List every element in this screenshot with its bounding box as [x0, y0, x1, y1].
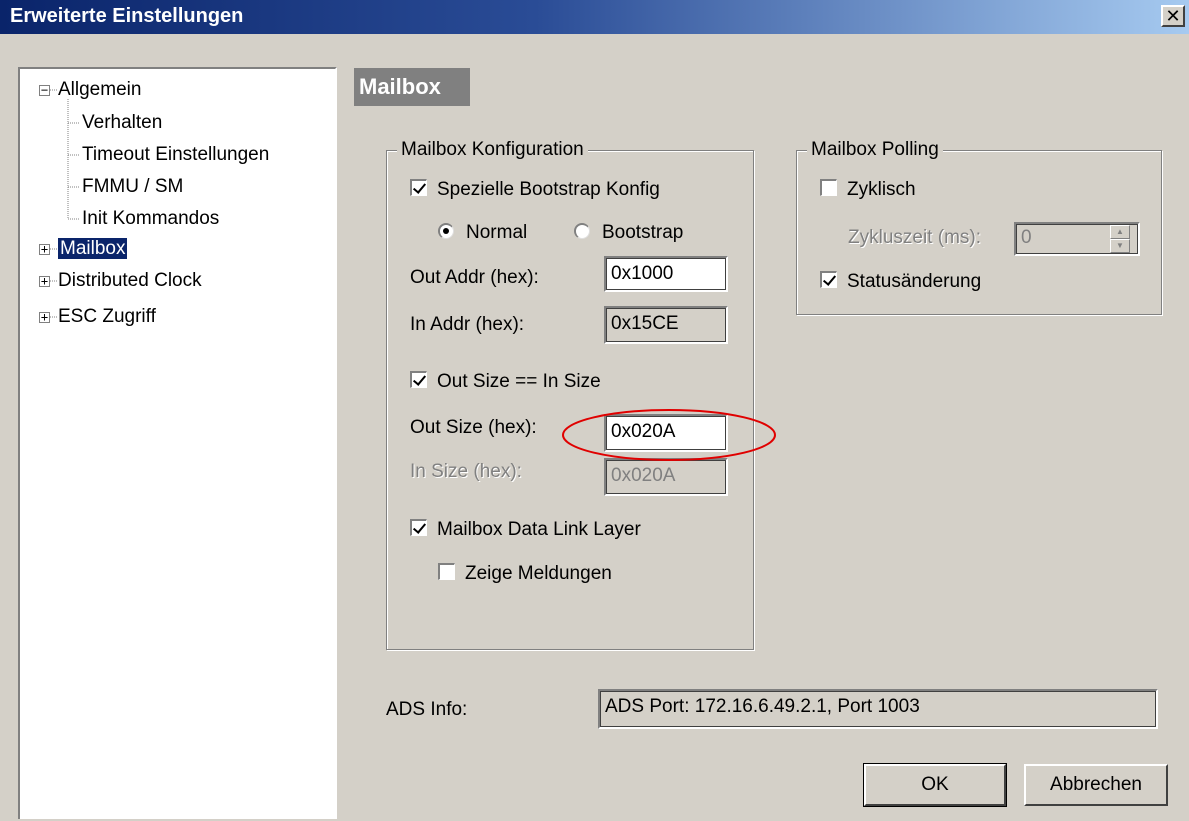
in-size-label: In Size (hex):: [410, 461, 522, 482]
settings-tree[interactable]: − Allgemein Verhalten Timeout Einstellun…: [18, 67, 337, 819]
radio-label: Normal: [466, 222, 528, 243]
checkbox-label: Zyklisch: [847, 179, 916, 200]
spin-up-icon: ▲: [1110, 225, 1130, 239]
expand-distributed-clock-icon[interactable]: +: [39, 275, 50, 287]
tree-item-allgemein[interactable]: Allgemein: [58, 78, 141, 102]
tree-item-label: FMMU / SM: [82, 176, 184, 197]
in-size-field: 0x020A: [604, 458, 728, 496]
tree-item-fmmu-sm[interactable]: FMMU / SM: [82, 175, 183, 199]
cyclic-checkbox[interactable]: Zyklisch: [820, 178, 916, 202]
radio-label: Bootstrap: [602, 222, 684, 243]
bootstrap-config-checkbox[interactable]: Spezielle Bootstrap Konfig: [410, 178, 660, 202]
collapse-allgemein-icon[interactable]: −: [39, 84, 50, 96]
tree-item-mailbox[interactable]: Mailbox: [58, 237, 128, 261]
tree-item-label: Verhalten: [82, 112, 163, 133]
checkbox-box: [410, 371, 427, 389]
status-change-checkbox[interactable]: Statusänderung: [820, 270, 981, 294]
cancel-button[interactable]: Abbrechen: [1024, 764, 1168, 806]
tree-item-label: ESC Zugriff: [58, 306, 156, 327]
out-size-field[interactable]: 0x020A: [604, 414, 728, 452]
tree-item-init-kommandos[interactable]: Init Kommandos: [82, 207, 219, 231]
checkbox-box: [820, 271, 837, 289]
cycle-time-value: 0: [1021, 227, 1032, 248]
checkbox-box: [438, 563, 455, 581]
tree-item-timeout-einstellungen[interactable]: Timeout Einstellungen: [82, 143, 269, 167]
radio-dot: [574, 222, 590, 239]
in-addr-label: In Addr (hex):: [410, 314, 525, 335]
expand-mailbox-icon[interactable]: +: [39, 243, 50, 255]
ads-info-label: ADS Info:: [386, 699, 468, 720]
tree-item-label: Timeout Einstellungen: [82, 144, 270, 165]
show-messages-checkbox[interactable]: Zeige Meldungen: [438, 562, 612, 586]
checkbox-box: [410, 519, 427, 537]
ok-button[interactable]: OK: [863, 763, 1007, 807]
size-equal-checkbox[interactable]: Out Size == In Size: [410, 370, 601, 394]
out-addr-label: Out Addr (hex):: [410, 267, 539, 288]
close-button[interactable]: ✕: [1161, 5, 1185, 27]
checkbox-label: Statusänderung: [847, 271, 982, 292]
checkbox-box: [410, 179, 427, 197]
title-bar[interactable]: Erweiterte Einstellungen ✕: [0, 0, 1189, 34]
tree-item-distributed-clock[interactable]: Distributed Clock: [58, 269, 202, 293]
tree-item-label: Distributed Clock: [58, 270, 202, 291]
checkbox-label: Out Size == In Size: [437, 371, 601, 392]
out-addr-field[interactable]: 0x1000: [604, 256, 728, 292]
dll-checkbox[interactable]: Mailbox Data Link Layer: [410, 518, 641, 542]
window-title: Erweiterte Einstellungen: [10, 5, 244, 27]
radio-bootstrap[interactable]: Bootstrap: [574, 221, 683, 245]
tree-item-verhalten[interactable]: Verhalten: [82, 111, 162, 135]
group-title: Mailbox Konfiguration: [397, 138, 588, 162]
cycle-time-label: Zykluszeit (ms):: [848, 227, 981, 248]
checkbox-label: Mailbox Data Link Layer: [437, 519, 641, 540]
checkbox-box: [820, 179, 837, 197]
tree-item-esc-zugriff[interactable]: ESC Zugriff: [58, 305, 156, 329]
expand-esc-zugriff-icon[interactable]: +: [39, 311, 50, 323]
out-size-label: Out Size (hex):: [410, 417, 537, 438]
checkbox-label: Spezielle Bootstrap Konfig: [437, 179, 660, 200]
checkbox-label: Zeige Meldungen: [465, 563, 612, 584]
ads-info-field[interactable]: ADS Port: 172.16.6.49.2.1, Port 1003: [598, 689, 1158, 729]
page-title: Mailbox: [354, 68, 470, 106]
spin-down-icon: ▼: [1110, 239, 1130, 253]
cycle-time-spinner: ▲ ▼: [1110, 225, 1130, 253]
in-addr-field[interactable]: 0x15CE: [604, 306, 728, 344]
tree-item-label: Mailbox: [58, 238, 128, 259]
close-icon: ✕: [1165, 6, 1181, 26]
group-title: Mailbox Polling: [807, 138, 943, 162]
tree-item-label: Init Kommandos: [82, 208, 220, 229]
radio-normal[interactable]: Normal: [438, 221, 527, 245]
tree-item-label: Allgemein: [58, 79, 142, 100]
dialog-window: Erweiterte Einstellungen ✕ − Allgemein V…: [0, 0, 1189, 821]
radio-dot: [438, 222, 454, 239]
